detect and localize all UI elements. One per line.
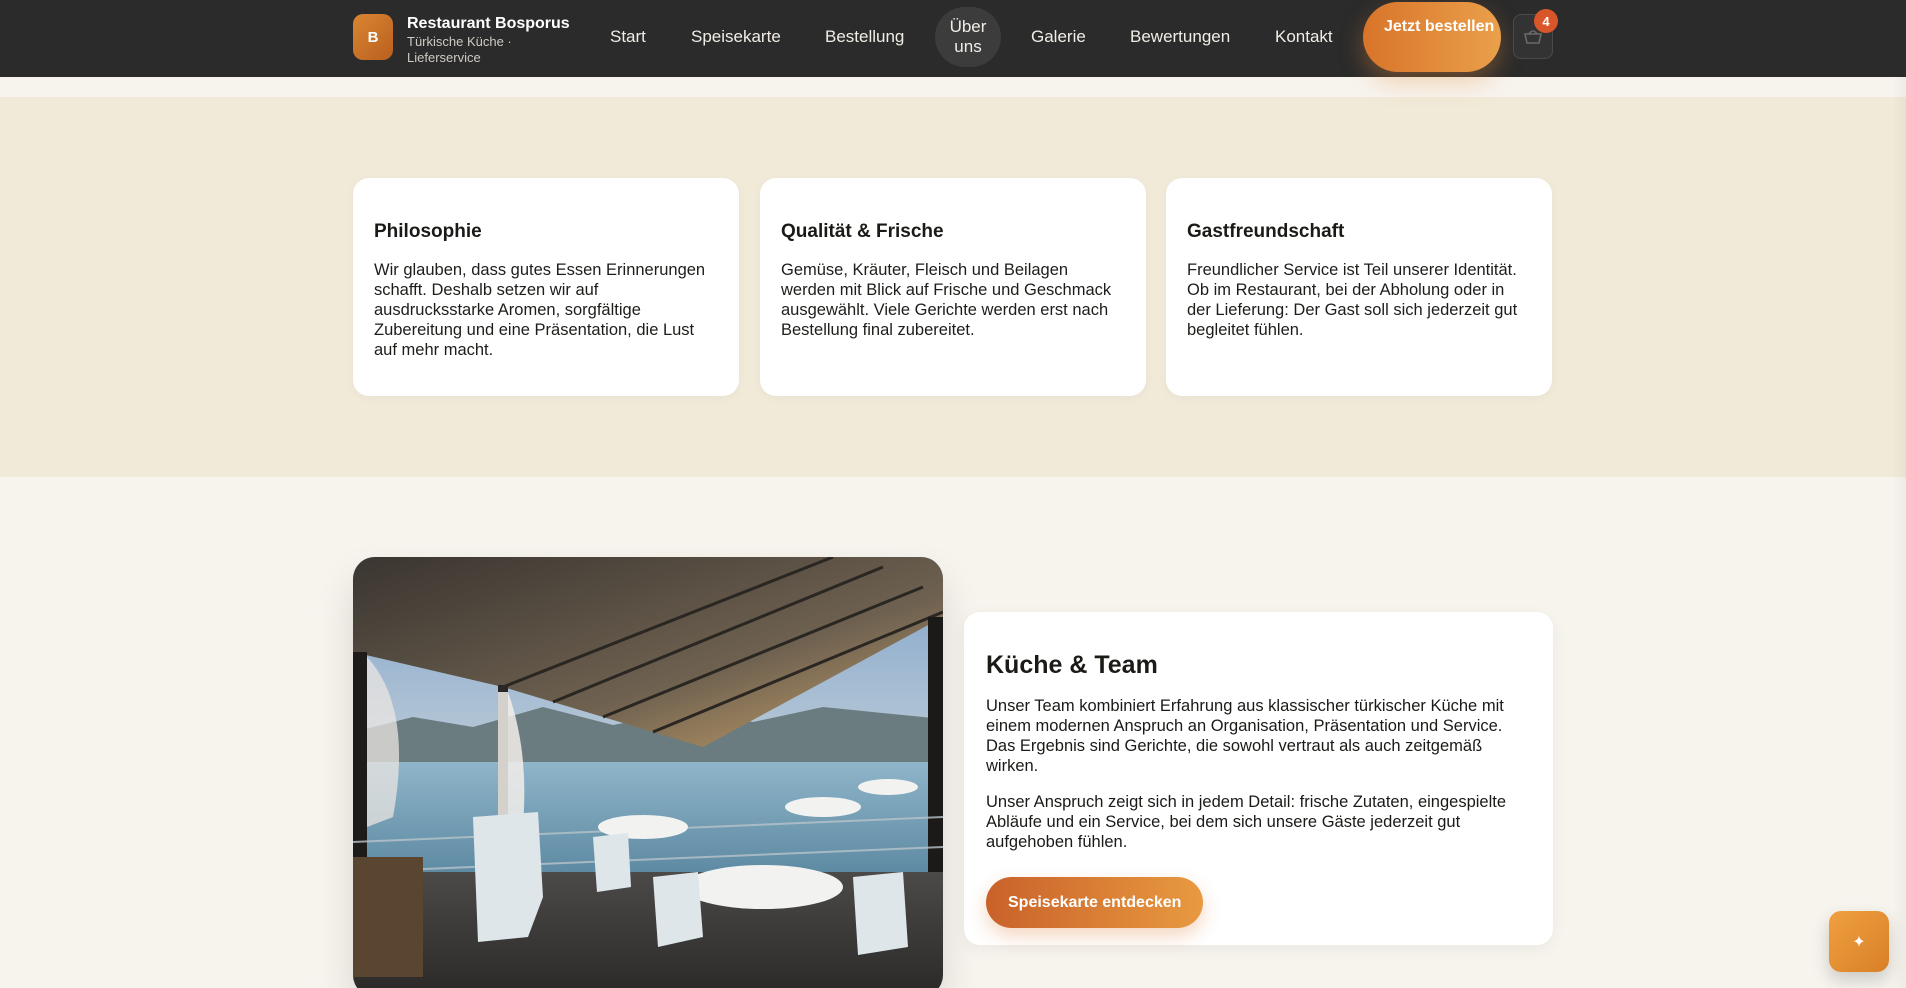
nav-ueber-uns[interactable]: Über uns xyxy=(935,7,1001,67)
values-section: Philosophie Wir glauben, dass gutes Esse… xyxy=(0,97,1906,477)
team-title: Küche & Team xyxy=(986,651,1158,679)
nav-speisekarte[interactable]: Speisekarte xyxy=(691,27,781,47)
value-card-gastfreundschaft: Gastfreundschaft Freundlicher Service is… xyxy=(1166,178,1552,396)
value-card-text: Gemüse, Kräuter, Fleisch und Beilagen we… xyxy=(781,261,1112,339)
cart-count-badge: 4 xyxy=(1534,9,1558,33)
page-edge-shade xyxy=(1892,77,1906,988)
team-paragraph-2: Unser Anspruch zeigt sich in jedem Detai… xyxy=(986,793,1507,851)
value-card-title: Qualität & Frische xyxy=(781,221,944,242)
site-header: B Restaurant Bosporus Türkische Küche · … xyxy=(0,0,1906,77)
nav-galerie[interactable]: Galerie xyxy=(1031,27,1086,47)
nav-bewertungen[interactable]: Bewertungen xyxy=(1130,27,1230,47)
value-card-title: Philosophie xyxy=(374,221,482,242)
sparkle-icon: ✦ xyxy=(1852,933,1866,951)
main-nav: Start Speisekarte Bestellung Über uns Ga… xyxy=(0,0,1906,77)
team-card: Küche & Team Unser Team kombiniert Erfah… xyxy=(964,612,1553,945)
value-card-text: Wir glauben, dass gutes Essen Erinnerung… xyxy=(374,261,706,359)
restaurant-terrace-photo xyxy=(353,557,943,988)
assistant-fab-button[interactable]: ✦ xyxy=(1829,911,1889,972)
nav-kontakt[interactable]: Kontakt xyxy=(1275,27,1333,47)
team-paragraph-1: Unser Team kombiniert Erfahrung aus klas… xyxy=(986,697,1504,775)
value-card-qualitaet: Qualität & Frische Gemüse, Kräuter, Flei… xyxy=(760,178,1146,396)
nav-start[interactable]: Start xyxy=(610,27,646,47)
value-card-title: Gastfreundschaft xyxy=(1187,221,1345,242)
nav-bestellung[interactable]: Bestellung xyxy=(825,27,904,47)
discover-menu-button[interactable]: Speisekarte entdecken xyxy=(986,877,1204,928)
value-card-philosophie: Philosophie Wir glauben, dass gutes Esse… xyxy=(353,178,739,396)
order-now-button[interactable]: Jetzt bestellen xyxy=(1363,2,1501,72)
value-card-text: Freundlicher Service ist Teil unserer Id… xyxy=(1187,261,1518,339)
